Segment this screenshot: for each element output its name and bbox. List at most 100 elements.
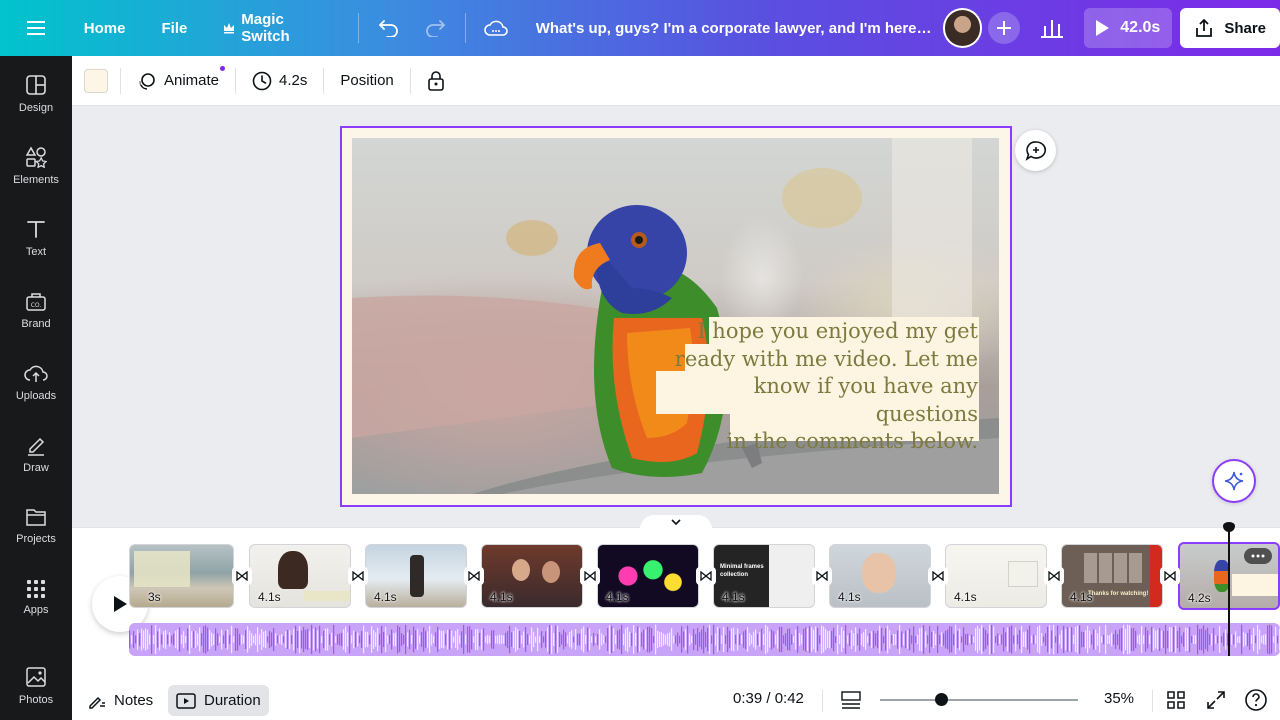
waveform-bar (981, 624, 983, 655)
waveform-bar (217, 633, 219, 646)
divider (1152, 690, 1153, 712)
transition-button[interactable] (696, 567, 716, 585)
waveform-bar (915, 636, 917, 643)
menu-button[interactable] (0, 0, 72, 56)
sidebar-item-brand[interactable]: CO. Brand (0, 278, 72, 342)
waveform-bar (609, 625, 611, 654)
waveform-bar (1045, 633, 1047, 646)
waveform-bar (805, 627, 807, 652)
zoom-percent[interactable]: 35% (1104, 690, 1134, 707)
cloud-save-status[interactable] (476, 8, 516, 48)
waveform-bar (1259, 629, 1261, 650)
sidebar-item-uploads[interactable]: Uploads (0, 350, 72, 414)
transition-button[interactable] (812, 567, 832, 585)
waveform-bar (1243, 632, 1245, 647)
notes-button[interactable]: Notes (80, 685, 161, 716)
waveform-bar (1079, 625, 1081, 654)
sidebar-item-design[interactable]: Design (0, 62, 72, 126)
avatar[interactable] (942, 8, 983, 48)
clip-title: Minimal frames collection (720, 564, 764, 578)
waveform-bar (1101, 636, 1103, 643)
sidebar-item-elements[interactable]: Elements (0, 134, 72, 198)
document-title[interactable]: What's up, guys? I'm a corporate lawyer,… (536, 20, 935, 37)
waveform-bar (1189, 626, 1191, 653)
transition-button[interactable] (1044, 567, 1064, 585)
waveform-bar (1005, 632, 1007, 647)
waveform-bar (359, 635, 361, 644)
waveform-bar (817, 628, 819, 651)
present-play-button[interactable]: 42.0s (1084, 8, 1173, 48)
home-link[interactable]: Home (72, 10, 138, 46)
waveform-bar (1183, 632, 1185, 647)
transition-button[interactable] (232, 567, 252, 585)
timeline-clip[interactable]: 4.1s (945, 544, 1047, 608)
waveform-bar (439, 630, 441, 649)
timeline-clip[interactable]: 4.1s (829, 544, 931, 608)
waveform-bar (553, 632, 555, 647)
transition-button[interactable] (348, 567, 368, 585)
duration-label: 4.2s (279, 72, 308, 89)
zoom-slider-knob[interactable] (935, 693, 948, 706)
help-button[interactable] (1244, 688, 1268, 717)
insights-button[interactable] (1030, 8, 1074, 48)
waveform-bar (899, 624, 901, 655)
position-button[interactable]: Position (336, 64, 397, 98)
waveform-bar (1157, 629, 1159, 650)
timeline-clip[interactable]: 4.1s (365, 544, 467, 608)
audio-track[interactable] (129, 623, 1280, 656)
grid-view-toggle[interactable] (840, 690, 862, 715)
fullscreen-button[interactable] (1206, 690, 1226, 715)
waveform-bar (1013, 635, 1015, 644)
waveform-bar (377, 627, 379, 652)
waveform-bar (1059, 634, 1061, 645)
waveform-bar (1251, 635, 1253, 644)
animate-button[interactable]: Animate (133, 64, 226, 98)
clip-more-button[interactable] (1244, 548, 1272, 564)
file-menu[interactable]: File (149, 10, 199, 46)
transition-button[interactable] (1160, 567, 1180, 585)
share-button[interactable]: Share (1180, 8, 1280, 48)
grid-view-button[interactable] (1166, 690, 1186, 715)
timeline-clip[interactable]: Thanks for watching! 4.1s (1061, 544, 1163, 608)
sidebar-item-apps[interactable]: Apps (0, 566, 72, 630)
add-comment-button[interactable] (1015, 130, 1056, 171)
timeline-clip[interactable]: 4.1s (249, 544, 351, 608)
undo-button[interactable] (369, 8, 409, 48)
timeline-clip[interactable]: Minimal frames collection 4.1s (713, 544, 815, 608)
waveform-bar (1139, 634, 1141, 645)
waveform-bar (243, 635, 245, 644)
playhead[interactable] (1228, 530, 1230, 656)
transition-button[interactable] (928, 567, 948, 585)
timeline-clip[interactable]: 3s (129, 544, 234, 608)
sidebar-item-draw[interactable]: Draw (0, 422, 72, 486)
lock-button[interactable] (423, 64, 449, 98)
background-color-swatch[interactable] (84, 68, 108, 93)
waveform-bar (1205, 629, 1207, 650)
clip-duration: 4.1s (606, 590, 629, 604)
timeline-clip[interactable]: 4.1s (597, 544, 699, 608)
page-duration-button[interactable]: 4.2s (248, 64, 311, 98)
waveform-bar (349, 625, 351, 654)
timeline-clip[interactable]: 4.1s (481, 544, 583, 608)
waveform-bar (203, 626, 205, 653)
redo-button[interactable] (415, 8, 455, 48)
transition-button[interactable] (580, 567, 600, 585)
magic-switch-button[interactable]: Magic Switch (211, 10, 348, 46)
waveform-bar (633, 625, 635, 654)
zoom-slider-track[interactable] (880, 699, 1078, 701)
waveform-bar (693, 628, 695, 651)
divider (464, 13, 466, 43)
waveform-bar (1167, 630, 1169, 649)
transition-icon (584, 571, 596, 581)
waveform-bar (651, 628, 653, 651)
sidebar-item-text[interactable]: Text (0, 206, 72, 270)
waveform-bar (837, 624, 839, 655)
sidebar-item-projects[interactable]: Projects (0, 494, 72, 558)
add-collaborator-button[interactable] (988, 12, 1021, 44)
magic-assistant-button[interactable] (1212, 459, 1256, 503)
duration-toggle-button[interactable]: Duration (168, 685, 269, 716)
collapse-timeline-button[interactable] (640, 515, 712, 529)
sidebar-item-photos[interactable]: Photos (0, 654, 72, 718)
waveform-bar (773, 631, 775, 648)
transition-button[interactable] (464, 567, 484, 585)
